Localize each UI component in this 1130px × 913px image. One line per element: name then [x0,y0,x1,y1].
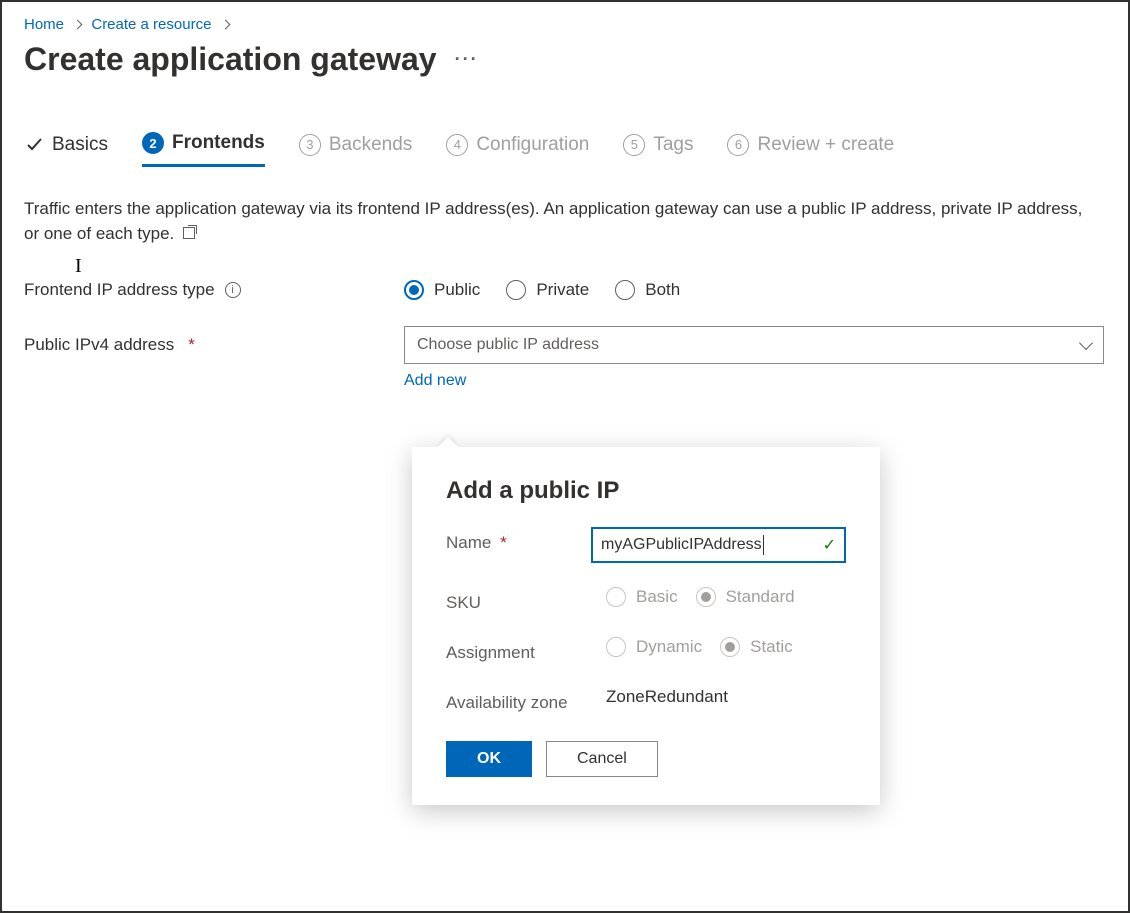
row-sku: SKU Basic Standard [446,587,846,613]
tab-label: Backends [329,134,412,156]
radio-icon [506,280,526,300]
popup-add-public-ip: Add a public IP Name * myAGPublicIPAddre… [412,447,880,805]
radio-icon [720,637,740,657]
row-public-ipv4: Public IPv4 address * Choose public IP a… [24,326,1106,364]
popup-label-assignment: Assignment [446,637,606,663]
radio-label: Both [645,280,680,300]
tab-basics[interactable]: Basics [24,134,108,166]
more-icon[interactable]: ··· [455,49,479,70]
tab-number: 3 [299,134,321,156]
radio-icon [606,637,626,657]
label-text: Frontend IP address type [24,280,215,300]
add-new-link[interactable]: Add new [404,372,466,390]
radio-icon [696,587,716,607]
ok-button[interactable]: OK [446,741,532,777]
label-text: Name [446,533,491,552]
tab-label: Review + create [757,134,894,156]
radio-icon [404,280,424,300]
tab-review-create[interactable]: 6 Review + create [727,134,894,166]
tab-number: 5 [623,134,645,156]
page-title: Create application gateway ··· [24,41,1106,78]
external-link-icon[interactable] [183,227,195,239]
tab-label: Frontends [172,132,265,154]
tab-number: 4 [446,134,468,156]
validation-check-icon: ✓ [823,535,836,555]
tab-label: Tags [653,134,693,156]
breadcrumb-home[interactable]: Home [24,16,64,33]
row-name: Name * myAGPublicIPAddress ✓ [446,527,846,563]
page-title-text: Create application gateway [24,41,437,78]
radio-public[interactable]: Public [404,280,480,300]
label-public-ipv4: Public IPv4 address * [24,335,404,355]
az-value: ZoneRedundant [606,687,846,707]
popup-title: Add a public IP [446,477,846,505]
radio-label: Basic [636,587,678,607]
popup-label-sku: SKU [446,587,606,613]
radio-group-frontend-type: Public Private Both [404,280,680,300]
popup-label-name: Name * [446,527,591,553]
tab-frontends[interactable]: 2 Frontends [142,132,265,167]
tab-tags[interactable]: 5 Tags [623,134,693,166]
popup-buttons: OK Cancel [446,741,846,777]
input-value: myAGPublicIPAddress [601,536,762,554]
tab-number: 2 [142,132,164,154]
radio-icon [615,280,635,300]
radio-label: Public [434,280,480,300]
radio-sku-standard: Standard [696,587,795,607]
row-frontend-ip-type: Frontend IP address type i Public Privat… [24,280,1106,300]
label-text: Public IPv4 address [24,335,174,355]
name-input[interactable]: myAGPublicIPAddress ✓ [591,527,846,563]
radio-assign-static: Static [720,637,793,657]
chevron-down-icon [1079,336,1093,350]
select-public-ip[interactable]: Choose public IP address [404,326,1104,364]
chevron-right-icon [73,19,83,29]
cancel-button[interactable]: Cancel [546,741,658,777]
popup-label-az: Availability zone [446,687,606,713]
radio-label: Dynamic [636,637,702,657]
tabs: Basics 2 Frontends 3 Backends 4 Configur… [24,132,1106,167]
breadcrumb-create-resource[interactable]: Create a resource [91,16,211,33]
text-caret-icon [763,535,764,555]
radio-both[interactable]: Both [615,280,680,300]
radio-assign-dynamic: Dynamic [606,637,702,657]
chevron-right-icon [220,19,230,29]
radio-icon [606,587,626,607]
radio-label: Static [750,637,793,657]
description-text: Traffic enters the application gateway v… [24,197,1084,246]
radio-label: Private [536,280,589,300]
breadcrumb: Home Create a resource [24,16,1106,33]
tab-label: Basics [52,134,108,156]
row-assignment: Assignment Dynamic Static [446,637,846,663]
tab-backends[interactable]: 3 Backends [299,134,412,166]
tab-label: Configuration [476,134,589,156]
text-cursor-icon: I [75,255,82,278]
tab-configuration[interactable]: 4 Configuration [446,134,589,166]
required-indicator: * [188,335,195,355]
select-placeholder: Choose public IP address [417,336,599,354]
radio-private[interactable]: Private [506,280,589,300]
row-availability-zone: Availability zone ZoneRedundant [446,687,846,713]
label-frontend-ip-type: Frontend IP address type i [24,280,404,300]
radio-sku-basic: Basic [606,587,678,607]
radio-label: Standard [726,587,795,607]
checkmark-icon [24,135,44,155]
info-icon[interactable]: i [225,282,241,298]
tab-number: 6 [727,134,749,156]
required-indicator: * [500,533,507,552]
